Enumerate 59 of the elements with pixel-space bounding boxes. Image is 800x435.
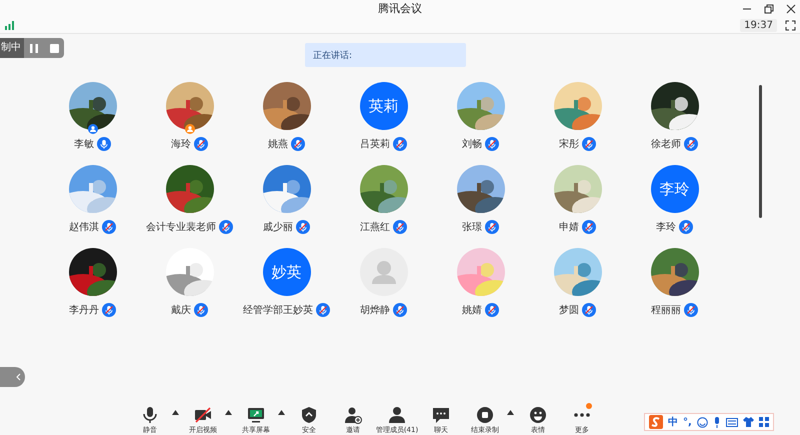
caret-icon[interactable] — [225, 410, 232, 415]
punctuation-label[interactable]: °, — [683, 416, 692, 428]
participant-name: 梦圆 — [559, 304, 579, 316]
participant-name: 海玲 — [171, 138, 191, 150]
participant-name: 李敏 — [74, 138, 94, 150]
add-person-icon — [344, 406, 362, 424]
smiley-icon[interactable] — [696, 416, 708, 428]
share-screen-icon — [247, 406, 265, 424]
participant-name: 程丽丽 — [651, 304, 681, 316]
close-icon[interactable] — [786, 4, 796, 14]
participant-name: 刘畅 — [462, 138, 482, 150]
meeting-time: 19:37 — [740, 18, 777, 32]
default-avatar-icon — [360, 248, 408, 296]
participant-name: 赵伟淇 — [69, 220, 99, 234]
speaking-label: 正在讲话: — [312, 50, 352, 62]
shield-icon — [300, 406, 318, 424]
window-title: 腾讯会议 — [378, 1, 422, 16]
avatar-initials: 妙英 — [262, 248, 310, 296]
person-icon — [388, 406, 406, 424]
participant-name: 姚燕 — [268, 138, 288, 150]
input-mode-label[interactable]: 中 — [668, 415, 678, 429]
participant-name: 经管学部王妙英 — [243, 304, 313, 316]
keyboard-icon[interactable] — [726, 418, 738, 426]
caret-icon[interactable] — [278, 410, 285, 415]
participant-name: 李丹丹 — [69, 304, 99, 316]
side-panel-tab[interactable] — [0, 367, 25, 387]
participant-name: 姚婧 — [462, 304, 482, 316]
microphone-icon[interactable] — [712, 416, 721, 428]
pause-icon — [30, 44, 38, 52]
participant-name: 申婧 — [559, 220, 579, 234]
grid-icon[interactable] — [758, 417, 769, 427]
participant-name: 江燕红 — [360, 220, 390, 234]
participant-name: 徐老师 — [651, 138, 681, 150]
chat-icon — [432, 406, 450, 424]
participant-name: 胡烨静 — [360, 304, 390, 316]
participant-name: 吕英莉 — [360, 138, 390, 150]
shirt-icon[interactable] — [742, 417, 754, 427]
smiley-icon — [529, 406, 547, 424]
scrollbar[interactable] — [759, 85, 762, 218]
avatar-initials: 英莉 — [360, 82, 408, 130]
more-icon — [574, 413, 590, 417]
avatar-initials: 李玲 — [650, 165, 698, 213]
camera-off-icon — [194, 406, 212, 424]
fullscreen-icon[interactable] — [785, 20, 796, 30]
participant-name: 戴庆 — [171, 304, 191, 316]
chevron-left-icon — [15, 373, 21, 381]
microphone-icon — [141, 406, 159, 424]
participant-name: 张璟 — [462, 220, 482, 234]
participant-name: 戚少丽 — [263, 220, 293, 234]
participant-name: 李玲 — [656, 220, 676, 234]
caret-icon[interactable] — [172, 410, 179, 415]
signal-icon — [4, 20, 16, 30]
stop-icon — [50, 44, 58, 52]
restore-icon[interactable] — [764, 4, 774, 14]
stop-icon — [476, 406, 494, 424]
recording-label: 制中 — [0, 38, 24, 58]
caret-icon[interactable] — [507, 410, 514, 415]
participant-name: 会计专业裴老师 — [146, 220, 216, 234]
participant-name: 宋彤 — [559, 138, 579, 150]
